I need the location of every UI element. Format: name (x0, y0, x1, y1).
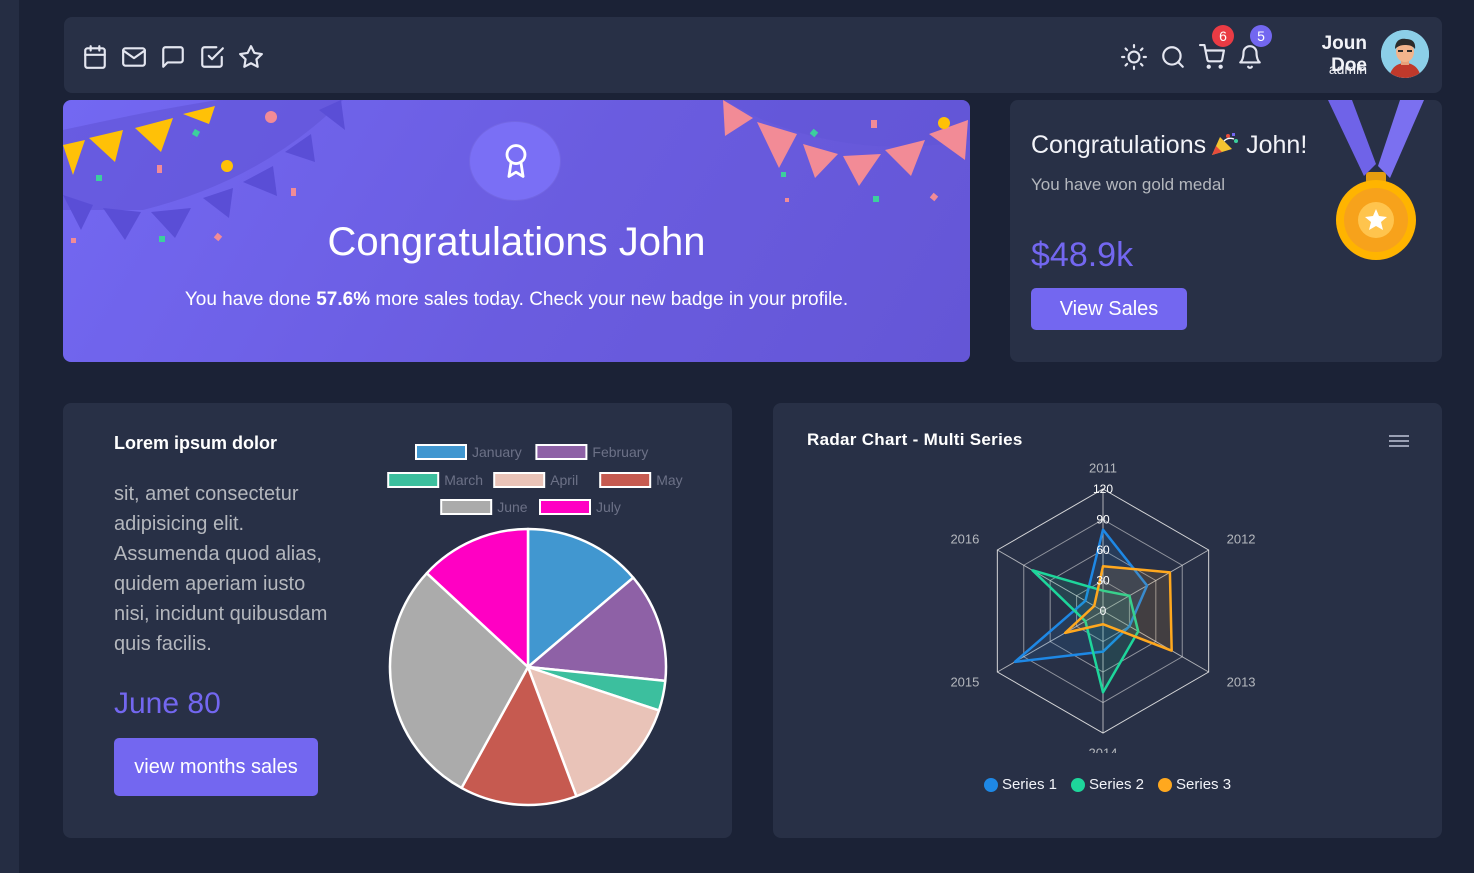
legend-label: March (444, 472, 483, 488)
radar-category-label: 2015 (950, 674, 979, 689)
notification-count-badge: 5 (1250, 25, 1272, 47)
chat-icon[interactable] (160, 44, 186, 70)
radar-tick-label: 0 (1100, 604, 1107, 618)
legend-series-1[interactable]: Series 1 (983, 776, 1057, 793)
calendar-icon[interactable] (82, 44, 108, 70)
sun-icon[interactable] (1121, 44, 1147, 70)
pie-legend-march[interactable]: March (387, 472, 483, 488)
view-sales-button[interactable]: View Sales (1031, 288, 1187, 330)
banner-message: You have done 57.6% more sales today. Ch… (63, 289, 970, 311)
banner-text-start: You have done (184, 289, 317, 310)
avatar-illustration (1381, 30, 1429, 78)
legend-label: Series 3 (1176, 776, 1232, 793)
gold-medal-icon (1328, 100, 1424, 260)
radar-category-label: 2013 (1227, 674, 1256, 689)
legend-label: June (497, 499, 528, 515)
menu-icon[interactable] (1389, 433, 1409, 449)
legend-marker (1158, 777, 1173, 792)
pie-legend-february[interactable]: February (535, 444, 648, 460)
avatar[interactable] (1381, 30, 1429, 78)
legend-label: July (596, 499, 621, 515)
radar-legend: Series 1 Series 2 Series 3 (773, 776, 1442, 793)
pie-legend-june[interactable]: June (440, 499, 528, 515)
checkbox-icon[interactable] (199, 44, 225, 70)
legend-swatch (387, 472, 440, 488)
radar-category-label: 2014 (1089, 746, 1118, 753)
legend-label: February (592, 444, 648, 460)
medal-card-subtitle: You have won gold medal (1031, 175, 1226, 194)
radar-tick-label: 120 (1093, 482, 1113, 496)
legend-swatch (599, 472, 652, 488)
view-months-sales-button[interactable]: view months sales (114, 738, 318, 796)
medal-card: Congratulations John! You have won gold m… (1010, 100, 1442, 362)
legend-marker (1070, 777, 1085, 792)
pie-legend-july[interactable]: July (539, 499, 621, 515)
top-navbar: 6 5 Joun Doe admin (64, 17, 1442, 93)
legend-swatch (539, 499, 591, 515)
user-role: admin (1328, 61, 1367, 77)
cart-icon[interactable]: 6 (1199, 25, 1234, 70)
radar-tick-label: 60 (1096, 543, 1110, 557)
legend-series-2[interactable]: Series 2 (1070, 776, 1145, 793)
mail-icon[interactable] (121, 44, 147, 70)
pie-legend-may[interactable]: May (599, 472, 683, 488)
radar-chart: 0 30 60 90 120 2011 2012 2013 2014 2015 2016 (950, 460, 1256, 753)
card-description: sit, amet consectetur adipisicing elit. … (114, 483, 328, 655)
medal-title-end: John! (1246, 131, 1308, 159)
award-icon (505, 144, 527, 178)
legend-swatch (493, 472, 546, 488)
legend-series-3[interactable]: Series 3 (1158, 776, 1231, 793)
radar-category-label: 2011 (1089, 460, 1117, 475)
legend-label: May (656, 472, 682, 488)
legend-label: Series 2 (1088, 776, 1145, 793)
legend-marker (983, 777, 998, 792)
pie-chart: January February March April May June July (387, 444, 683, 807)
pie-legend-april[interactable]: April (493, 472, 578, 488)
sales-percentage: 57.6% (316, 289, 371, 310)
legend-label: January (472, 444, 522, 460)
banner-title: Congratulations John (327, 220, 706, 264)
radar-tick-label: 30 (1096, 574, 1110, 588)
radar-tick-label: 90 (1096, 513, 1110, 527)
congratulations-banner: Congratulations John You have done 57.6%… (63, 100, 970, 362)
medal-title-start: Congratulations (1031, 131, 1207, 159)
star-icon[interactable] (238, 44, 264, 70)
legend-label: Series 1 (1001, 776, 1057, 793)
sidebar-edge (0, 0, 19, 873)
radar-category-label: 2016 (950, 532, 979, 547)
pie-legend-january[interactable]: January (415, 444, 522, 460)
radar-chart-card: Radar Chart - Multi Series 0 30 60 90 120 201… (773, 403, 1442, 838)
legend-swatch (415, 444, 467, 460)
party-popper-icon (1212, 133, 1239, 155)
bell-icon[interactable]: 5 (1237, 25, 1272, 70)
card-heading: Lorem ipsum dolor (114, 433, 278, 453)
radar-category-label: 2012 (1227, 532, 1256, 547)
monthly-sales-card: Lorem ipsum dolor sit, amet consectetur … (63, 403, 732, 838)
medal-amount: $48.9k (1031, 236, 1134, 274)
search-icon[interactable] (1160, 44, 1186, 70)
cart-count-badge: 6 (1212, 25, 1234, 47)
award-badge (470, 122, 560, 200)
medal-card-title: Congratulations John! (1031, 131, 1307, 160)
legend-swatch (440, 499, 493, 515)
legend-label: April (550, 472, 578, 488)
legend-swatch (535, 444, 588, 460)
banner-text-end: more sales today. Check your new badge i… (370, 289, 849, 310)
chart-title: Radar Chart - Multi Series (807, 430, 1023, 449)
month-highlight: June 80 (114, 687, 221, 720)
